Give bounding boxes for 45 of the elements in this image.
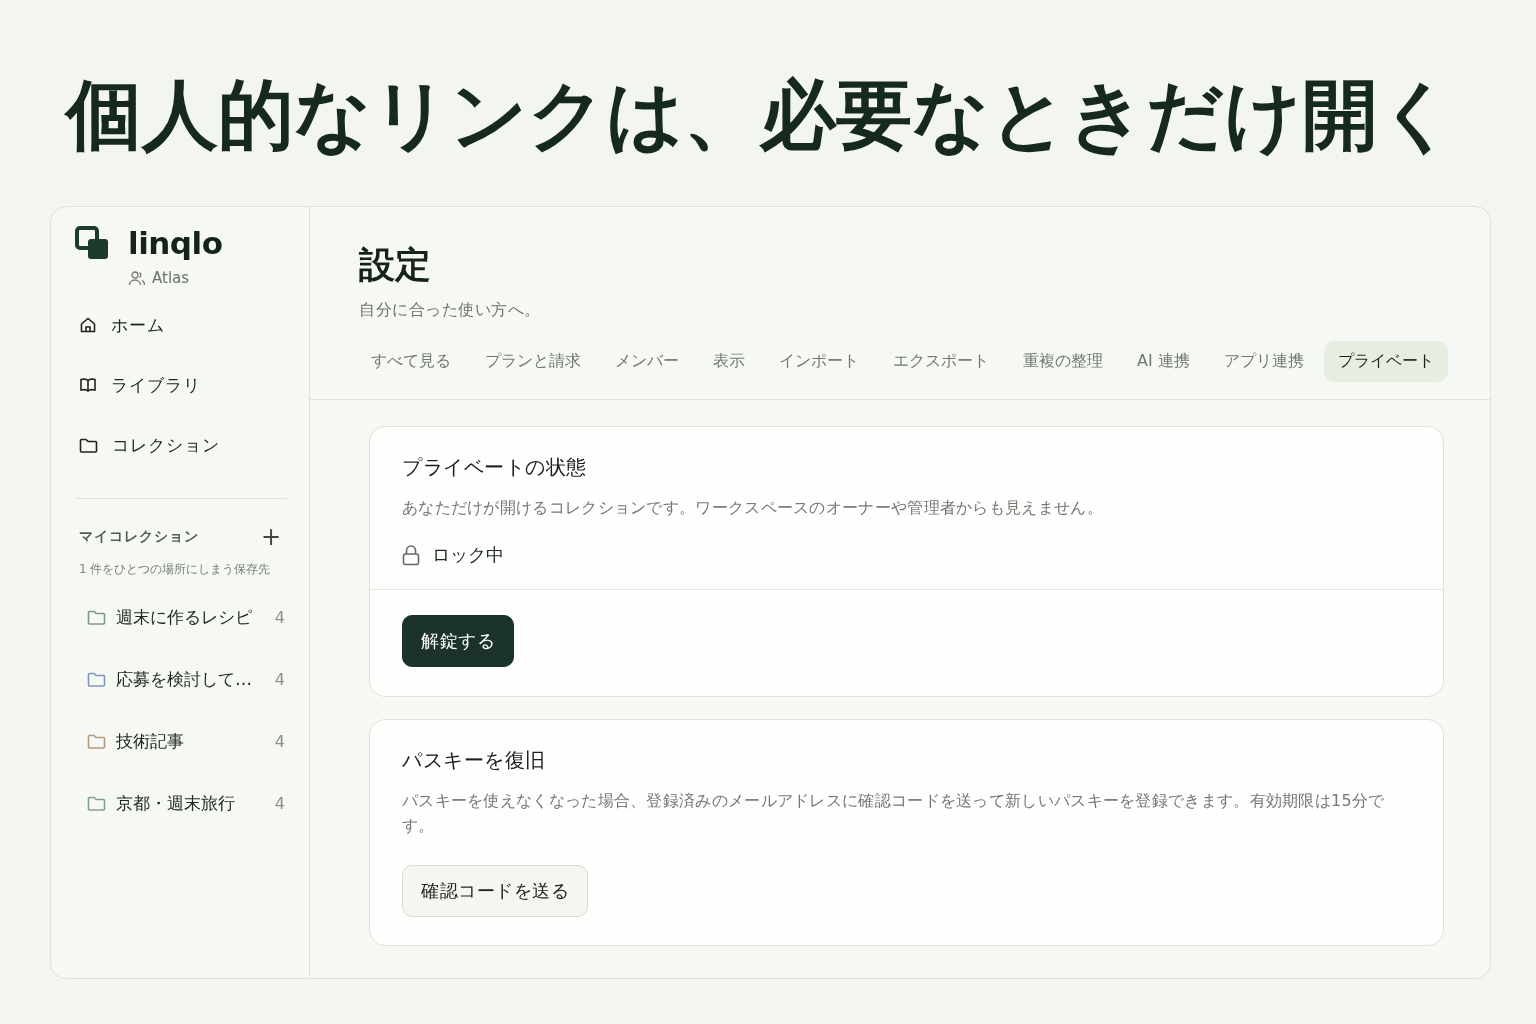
page-title: 設定 (359, 243, 432, 287)
tab[interactable]: アプリ連携 (1209, 341, 1318, 383)
headline: 個人的なリンクは、必要なときだけ開く (66, 69, 1456, 160)
folder-icon (79, 436, 98, 454)
tab[interactable]: プライベート (1323, 341, 1448, 383)
add-button[interactable]: + (260, 525, 281, 549)
send-code-button[interactable]: 確認コードを送る (402, 864, 588, 917)
tab[interactable]: エクスポート (879, 341, 1003, 383)
collection-name: 週末に作るレシピ (116, 605, 253, 629)
card-title: プライベートの状態 (402, 454, 588, 481)
tab[interactable]: プランと請求 (471, 341, 595, 383)
brand-name: linqlo (128, 225, 223, 261)
section-title: マイコレクション (79, 528, 199, 546)
collection-item[interactable]: 週末に作るレシピ 4 (75, 586, 285, 648)
collection-item[interactable]: 京都・週末旅行 4 (75, 772, 285, 834)
collection-name: 京都・週末旅行 (116, 791, 236, 815)
nav-item[interactable]: ライブラリ (75, 355, 285, 415)
item-count: 4 (274, 669, 285, 689)
nav-item[interactable]: ホーム (75, 295, 285, 355)
item-count: 4 (274, 731, 285, 751)
lock-status: ロック中 (432, 542, 504, 567)
card-title: パスキーを復旧 (402, 746, 547, 774)
tab[interactable]: すべて見る (357, 341, 465, 383)
workspace-name: Atlas (152, 269, 190, 287)
collection-name: 応募を検討して… (116, 667, 253, 691)
collection-name: 技術記事 (116, 729, 185, 753)
unlock-button[interactable]: 解錠する (402, 614, 514, 667)
people-icon (128, 270, 146, 286)
tab[interactable]: AI 連携 (1123, 341, 1204, 383)
home-icon (79, 316, 97, 334)
page-subtitle: 自分に合った使い方へ。 (359, 300, 542, 322)
item-count: 4 (274, 607, 285, 627)
collection-item[interactable]: 技術記事 4 (75, 710, 285, 772)
tab[interactable]: インポート (765, 341, 873, 383)
collection-item[interactable]: 応募を検討して… 4 (75, 648, 285, 710)
tab[interactable]: 表示 (699, 341, 759, 383)
section-hint: 1 件をひとつの場所にしまう保存先 (79, 561, 272, 578)
card-description: あなただけが開けるコレクションです。ワークスペースのオーナーや管理者からも見えません。 (402, 497, 1104, 519)
card-description: パスキーを使えなくなった場合、登録済みのメールアドレスに確認コードを送って新しいパスキーを登録できます。有効期限は15分です。 (402, 789, 1386, 838)
nav-item[interactable]: コレクション (75, 415, 285, 475)
book-icon (79, 376, 97, 394)
tab[interactable]: メンバー (601, 341, 693, 383)
item-count: 4 (274, 793, 285, 813)
logo-icon (75, 225, 110, 261)
tab[interactable]: 重複の整理 (1009, 341, 1117, 383)
